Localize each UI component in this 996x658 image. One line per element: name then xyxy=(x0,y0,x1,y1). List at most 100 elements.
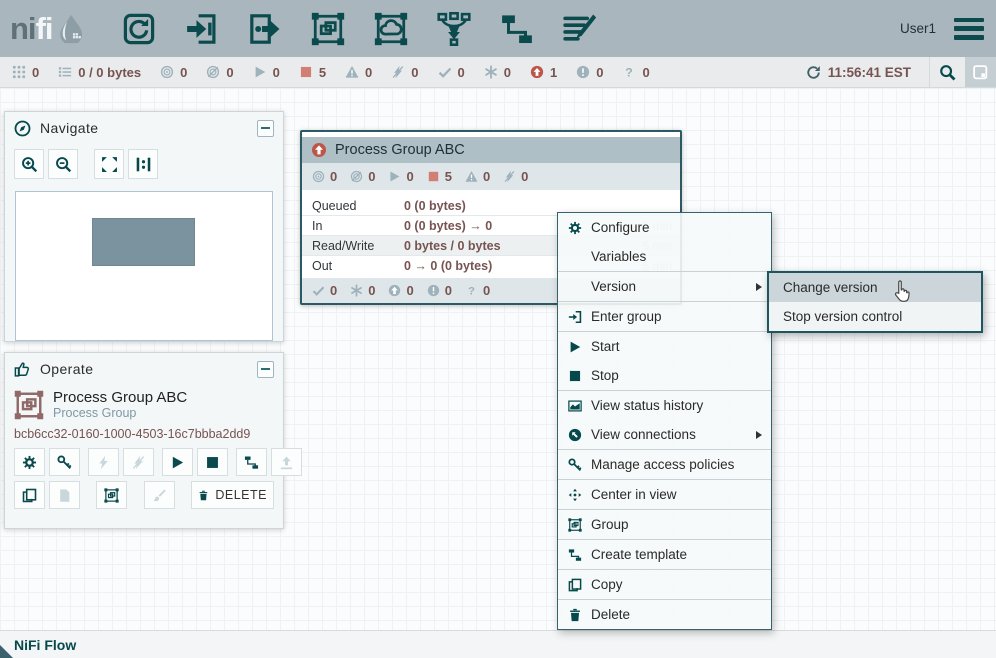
menu-item-manage-access-policies[interactable]: Manage access policies xyxy=(558,450,771,479)
birdseye-minimap[interactable] xyxy=(15,191,273,341)
remote-process-group-component[interactable] xyxy=(374,11,410,47)
menu-item-stop-version-control[interactable]: Stop version control xyxy=(769,302,981,331)
queued-stat: 0 / 0 bytes xyxy=(58,65,141,80)
zoom-actual-size-button[interactable] xyxy=(128,149,158,179)
process-group-component[interactable] xyxy=(311,11,347,47)
pg-not-transmitting-stat: 0 xyxy=(350,169,375,184)
delete-button[interactable]: DELETE xyxy=(191,481,274,509)
configure-button[interactable] xyxy=(14,448,45,476)
hand-icon xyxy=(14,361,31,378)
stale-stat: 1 xyxy=(530,65,557,80)
pg-stale-stat: 0 xyxy=(388,283,413,298)
refresh-status: 11:56:41 EST xyxy=(806,65,911,80)
context-menu: Configure Variables Version Enter group … xyxy=(557,212,772,630)
nifi-drop-icon xyxy=(56,14,86,44)
transmitting-stat: 0 xyxy=(160,65,187,80)
create-template-icon xyxy=(568,548,582,562)
sync-failure-icon xyxy=(622,65,636,79)
key-icon xyxy=(568,458,582,472)
menu-item-center-in-view[interactable]: Center in view xyxy=(558,480,771,509)
create-template-button[interactable] xyxy=(236,448,267,476)
transmitting-icon xyxy=(312,170,325,183)
menu-item-stop[interactable]: Stop xyxy=(558,361,771,390)
menu-item-view-status-history[interactable]: View status history xyxy=(558,391,771,420)
template-component[interactable] xyxy=(500,11,536,47)
operate-collapse-button[interactable] xyxy=(257,361,274,378)
navigate-collapse-button[interactable] xyxy=(257,120,274,137)
pg-transmitting-stat: 0 xyxy=(312,169,337,184)
pg-locally-modified-stat: 0 xyxy=(350,283,375,298)
zoom-out-button[interactable] xyxy=(48,149,78,179)
pg-stopped-stat: 5 xyxy=(427,169,452,184)
process-group-icon xyxy=(311,12,345,46)
menu-item-create-template[interactable]: Create template xyxy=(558,540,771,569)
process-group-status-strip: 0 0 0 5 0 0 xyxy=(302,163,680,190)
menu-item-view-connections[interactable]: View connections xyxy=(558,420,771,449)
zoom-fit-button[interactable] xyxy=(94,149,124,179)
global-menu-button[interactable] xyxy=(954,18,984,40)
brush-icon xyxy=(152,488,167,503)
pg-locally-modified-stale-stat: 0 xyxy=(427,283,452,298)
locally-modified-icon xyxy=(350,284,363,297)
stop-button[interactable] xyxy=(197,448,228,476)
version-submenu: Change version Stop version control xyxy=(767,271,983,333)
process-group-name: Process Group ABC xyxy=(335,142,465,158)
not-transmitting-icon xyxy=(206,65,220,79)
stopped-stat: 5 xyxy=(299,65,326,80)
stale-icon xyxy=(530,65,544,79)
disabled-stat: 0 xyxy=(391,65,418,80)
key-icon xyxy=(57,455,72,470)
selection-type: Process Group xyxy=(53,406,187,420)
access-policies-button[interactable] xyxy=(49,448,80,476)
label-component[interactable] xyxy=(563,11,599,47)
transmitting-icon xyxy=(160,65,174,79)
template-icon xyxy=(500,12,534,46)
create-template-icon xyxy=(244,455,259,470)
stale-version-icon xyxy=(311,142,327,158)
stopped-icon xyxy=(427,170,440,183)
copy-icon xyxy=(568,578,582,592)
menu-item-version[interactable]: Version xyxy=(558,272,771,301)
funnel-component[interactable] xyxy=(437,11,473,47)
output-port-icon xyxy=(248,12,282,46)
menu-item-change-version[interactable]: Change version xyxy=(769,273,981,302)
bulletin-board-button[interactable] xyxy=(965,57,996,87)
output-port-component[interactable] xyxy=(248,11,284,47)
search-button[interactable] xyxy=(929,57,965,87)
disabled-icon xyxy=(391,65,405,79)
group-button[interactable] xyxy=(96,481,127,509)
stop-icon xyxy=(205,455,220,470)
refresh-icon[interactable] xyxy=(806,65,821,80)
copy-icon xyxy=(22,488,37,503)
operate-palette: Operate Process Group ABC Process Group … xyxy=(4,352,284,529)
start-button[interactable] xyxy=(162,448,193,476)
input-port-icon xyxy=(185,12,219,46)
input-port-component[interactable] xyxy=(185,11,221,47)
stopped-icon xyxy=(299,65,313,79)
invalid-stat: 0 xyxy=(345,65,372,80)
selection-id: bcb6cc32-0160-1000-4503-16c7bbba2dd9 xyxy=(5,420,283,441)
breadcrumb-bar: NiFi Flow xyxy=(0,630,996,658)
menu-item-group[interactable]: Group xyxy=(558,510,771,539)
processor-component[interactable] xyxy=(122,11,158,47)
up-to-date-icon xyxy=(312,284,325,297)
running-icon xyxy=(253,65,267,79)
navigate-palette: Navigate xyxy=(4,111,284,342)
disabled-icon xyxy=(503,170,516,183)
menu-item-copy[interactable]: Copy xyxy=(558,570,771,599)
menu-item-enter-group[interactable]: Enter group xyxy=(558,302,771,331)
pg-sync-failure-stat: 0 xyxy=(465,283,490,298)
breadcrumb[interactable]: NiFi Flow xyxy=(14,637,76,653)
minimap-component-rect xyxy=(92,218,195,266)
menu-item-configure[interactable]: Configure xyxy=(558,213,771,242)
zoom-in-button[interactable] xyxy=(14,149,44,179)
invalid-icon xyxy=(465,170,478,183)
bulletin-icon xyxy=(972,64,989,81)
menu-item-start[interactable]: Start xyxy=(558,332,771,361)
menu-item-variables[interactable]: Variables xyxy=(558,242,771,271)
nifi-logo: nifi xyxy=(10,11,86,47)
start-icon xyxy=(568,340,582,354)
copy-button[interactable] xyxy=(14,481,45,509)
menu-item-delete[interactable]: Delete xyxy=(558,600,771,629)
enable-icon xyxy=(96,455,111,470)
